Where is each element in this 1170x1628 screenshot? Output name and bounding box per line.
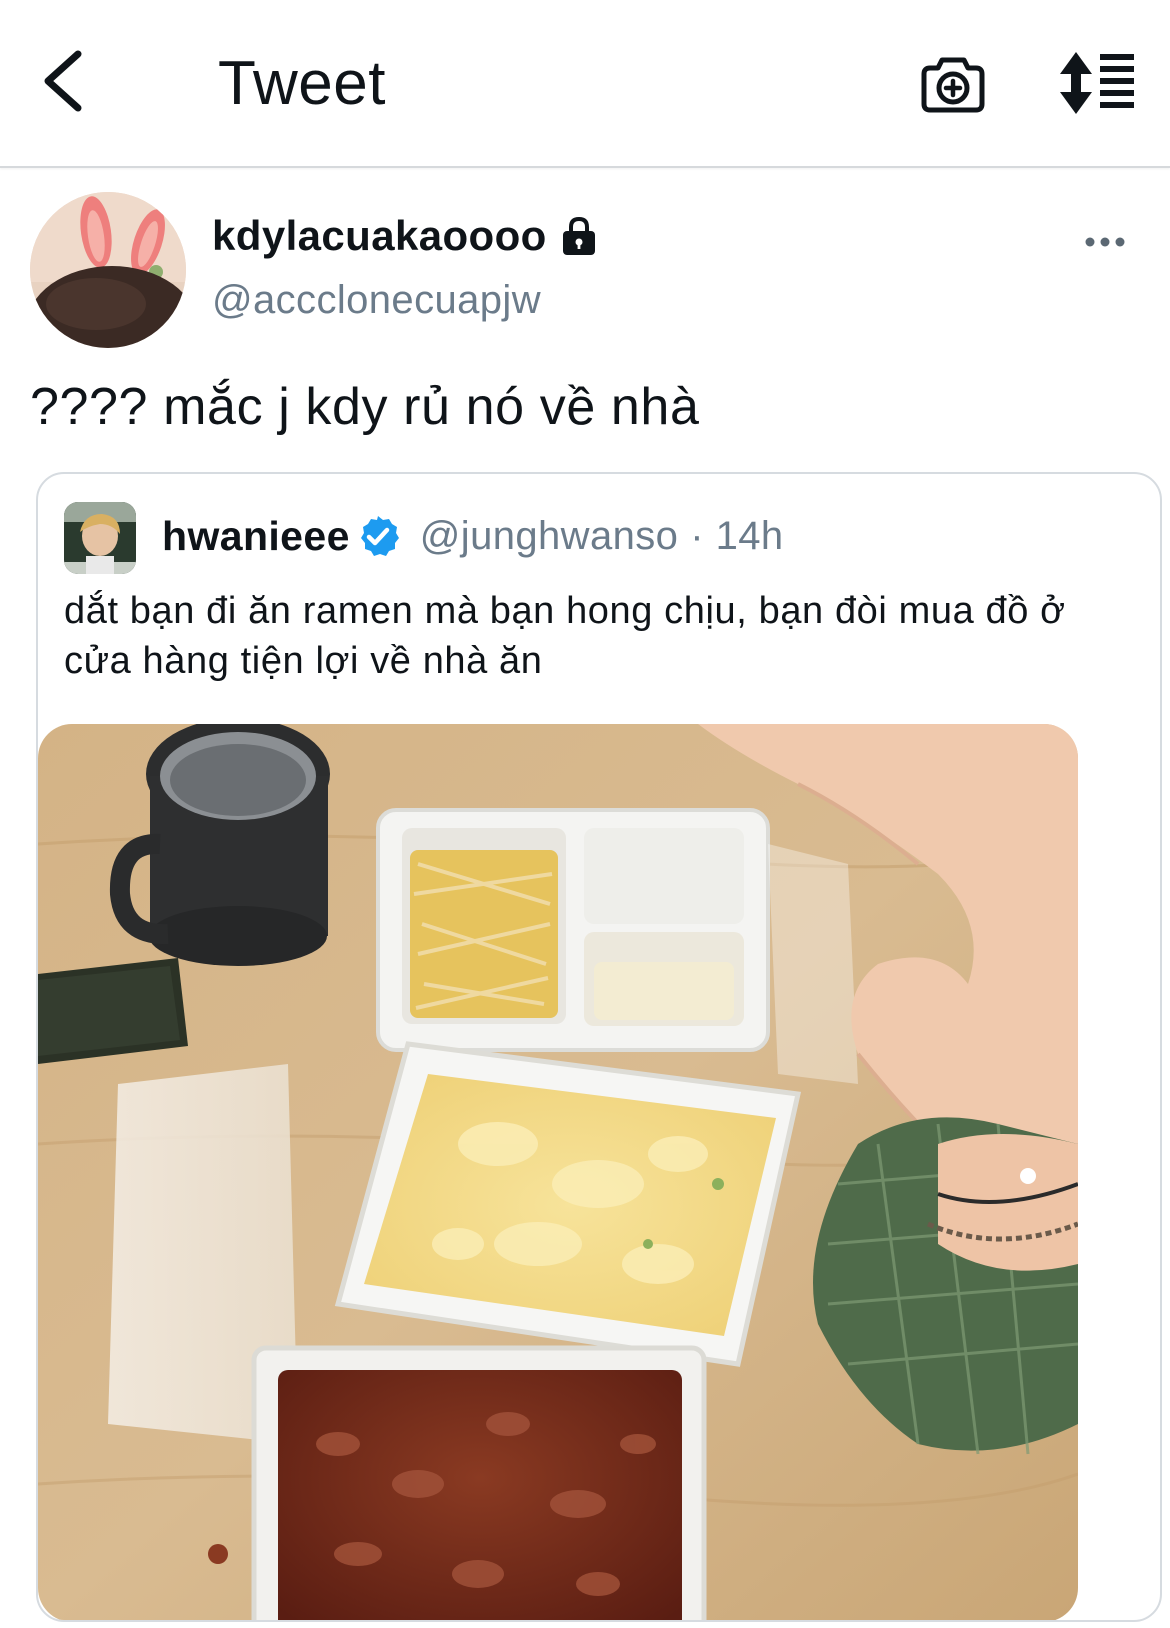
quoted-avatar-image xyxy=(64,502,136,574)
author-name-row: kdylacuakaoooo xyxy=(212,208,599,264)
quoted-author-handle[interactable]: @junghwanso xyxy=(420,514,679,559)
food-photo xyxy=(38,724,1078,1620)
lock-icon xyxy=(562,216,595,255)
quoted-tweet-time: 14h xyxy=(715,513,784,558)
more-horizontal-icon xyxy=(1085,237,1125,247)
avatar-image xyxy=(30,192,186,348)
quoted-tweet-photo[interactable] xyxy=(38,724,1078,1620)
quoted-tweet-header: hwanieee @junghwanso · 14h xyxy=(162,506,784,566)
back-button[interactable] xyxy=(36,46,96,116)
author-handle[interactable]: @accclonecuapjw xyxy=(212,278,541,323)
separator-dot: · xyxy=(690,513,704,558)
quoted-author-name[interactable]: hwanieee xyxy=(162,513,350,560)
camera-button[interactable] xyxy=(920,50,986,116)
camera-add-icon xyxy=(921,57,985,113)
more-options-button[interactable] xyxy=(1082,222,1132,262)
chevron-left-icon xyxy=(44,50,82,112)
page-title: Tweet xyxy=(218,49,386,118)
verified-badge-icon xyxy=(360,516,399,556)
sort-list-icon xyxy=(1060,52,1134,114)
quoted-tweet-card[interactable]: hwanieee @junghwanso · 14h dắt bạn đi ăn… xyxy=(36,472,1162,1622)
quoted-author-avatar[interactable] xyxy=(64,502,136,574)
author-avatar[interactable] xyxy=(30,192,186,348)
tweet-text: ???? mắc j kdy rủ nó về nhà xyxy=(30,378,700,436)
author-name[interactable]: kdylacuakaoooo xyxy=(212,212,547,260)
sort-button[interactable] xyxy=(1058,50,1138,116)
top-nav-bar: Tweet xyxy=(0,0,1170,168)
quoted-tweet-text: dắt bạn đi ăn ramen mà bạn hong chịu, bạ… xyxy=(64,590,1066,682)
